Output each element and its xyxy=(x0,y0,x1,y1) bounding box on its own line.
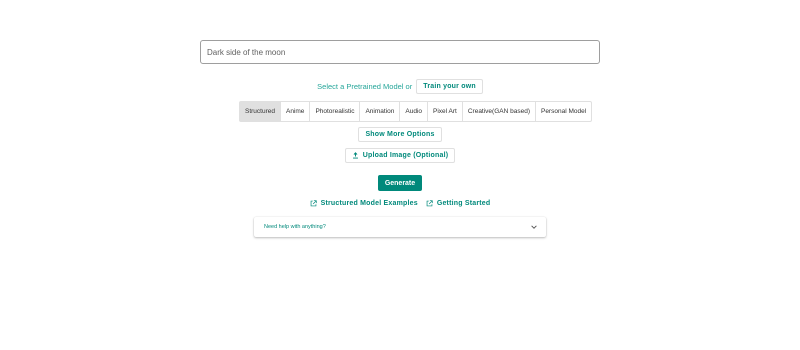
structured-model-examples-label: Structured Model Examples xyxy=(320,200,418,207)
tab-personal-model[interactable]: Personal Model xyxy=(536,102,591,121)
tab-audio[interactable]: Audio xyxy=(400,102,428,121)
model-select-row: Select a Pretrained Model or Train your … xyxy=(0,78,800,94)
help-accordion[interactable]: Need help with anything? xyxy=(254,217,546,237)
external-link-icon xyxy=(426,200,433,207)
show-more-row: Show More Options xyxy=(0,127,800,142)
getting-started-link[interactable]: Getting Started xyxy=(426,198,491,209)
tab-anime[interactable]: Anime xyxy=(281,102,311,121)
prompt-input[interactable] xyxy=(207,47,593,57)
help-links-row: Structured Model Examples Getting Starte… xyxy=(0,198,800,209)
upload-image-button[interactable]: Upload Image (Optional) xyxy=(344,148,456,163)
upload-row: Upload Image (Optional) xyxy=(0,148,800,163)
generate-button[interactable]: Generate xyxy=(377,175,423,191)
upload-image-label: Upload Image (Optional) xyxy=(362,152,449,159)
model-tabs: Structured Anime Photorealistic Animatio… xyxy=(239,101,593,122)
getting-started-label: Getting Started xyxy=(436,200,491,207)
structured-model-examples-link[interactable]: Structured Model Examples xyxy=(310,198,418,209)
train-your-own-button[interactable]: Train your own xyxy=(416,78,483,94)
generate-row: Generate xyxy=(0,175,800,191)
external-link-icon xyxy=(310,200,317,207)
prompt-field[interactable] xyxy=(200,40,600,64)
help-accordion-label: Need help with anything? xyxy=(264,224,326,230)
chevron-down-icon xyxy=(531,225,537,229)
show-more-options-button[interactable]: Show More Options xyxy=(358,127,442,142)
tab-structured[interactable]: Structured xyxy=(240,102,281,121)
tab-pixel-art[interactable]: Pixel Art xyxy=(428,102,463,121)
tab-photorealistic[interactable]: Photorealistic xyxy=(310,102,361,121)
select-model-label: Select a Pretrained Model or xyxy=(317,81,413,91)
tab-creative-gan[interactable]: Creative(GAN based) xyxy=(463,102,536,121)
tab-animation[interactable]: Animation xyxy=(360,102,401,121)
upload-icon xyxy=(352,152,358,159)
